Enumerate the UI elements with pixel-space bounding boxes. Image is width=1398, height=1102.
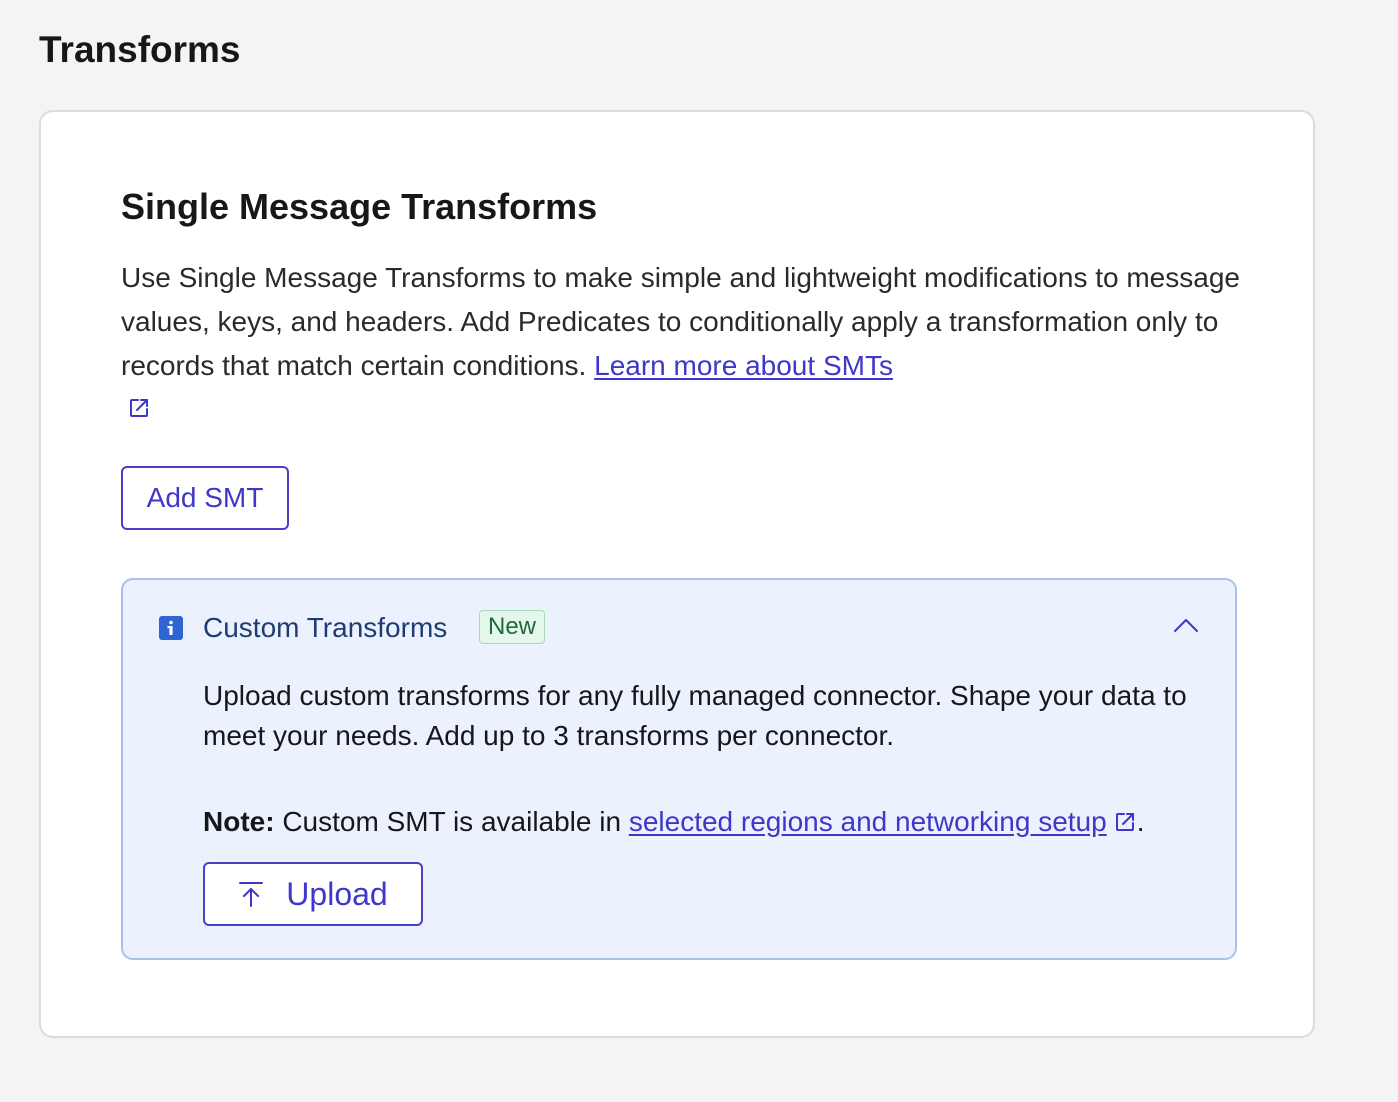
custom-transforms-note: Note: Custom SMT is available in selecte…: [203, 802, 1223, 842]
note-end: .: [1136, 806, 1145, 837]
selected-regions-link[interactable]: selected regions and networking setup: [629, 806, 1107, 837]
info-icon: [159, 616, 183, 640]
external-link-icon[interactable]: [127, 396, 151, 420]
new-badge: New: [479, 610, 546, 644]
learn-more-smts-link[interactable]: Learn more about SMTs: [594, 350, 893, 381]
custom-transforms-description: Upload custom transforms for any fully m…: [203, 680, 1187, 751]
note-label: Note:: [203, 806, 275, 837]
page-title: Transforms: [39, 29, 241, 70]
add-smt-button[interactable]: Add SMT: [121, 466, 289, 530]
external-link-icon[interactable]: [1113, 810, 1137, 834]
note-text: Custom SMT is available in: [274, 806, 629, 837]
custom-transforms-panel: Custom Transforms New Upload custom tran…: [121, 578, 1237, 960]
section-description: Use Single Message Transforms to make si…: [121, 256, 1241, 420]
collapse-button[interactable]: [1171, 614, 1201, 638]
upload-button[interactable]: Upload: [203, 862, 423, 926]
chevron-up-icon: [1174, 619, 1198, 632]
smt-card: Single Message Transforms Use Single Mes…: [39, 110, 1315, 1038]
custom-transforms-title: Custom Transforms: [203, 612, 448, 643]
upload-icon: [239, 882, 264, 907]
upload-button-label: Upload: [286, 875, 388, 912]
section-title: Single Message Transforms: [121, 186, 598, 227]
